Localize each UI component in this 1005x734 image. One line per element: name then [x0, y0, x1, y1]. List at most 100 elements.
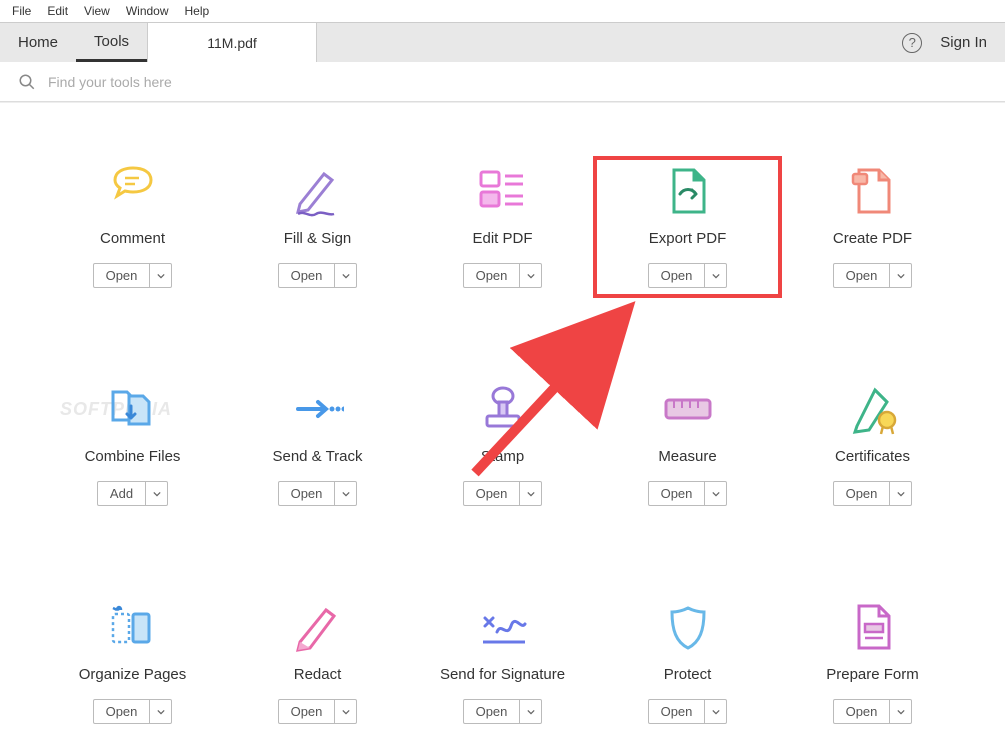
tool-label: Redact	[294, 666, 342, 683]
tool-dropdown[interactable]	[705, 481, 727, 506]
tool-card-comment[interactable]: Comment Open	[40, 158, 225, 296]
tool-action: Add	[97, 481, 168, 506]
tool-dropdown[interactable]	[890, 481, 912, 506]
tool-open-button[interactable]: Open	[648, 699, 706, 724]
tools-panel[interactable]: SOFTPEDIA CommentOpenFill & SignOpenEdit…	[0, 102, 1005, 734]
tool-card-edit[interactable]: Edit PDF Open	[410, 158, 595, 296]
tool-card-sendtrack[interactable]: Send & Track Open	[225, 376, 410, 514]
organize-icon	[107, 602, 159, 654]
tool-open-button[interactable]: Open	[278, 699, 336, 724]
tool-card-stamp[interactable]: Stamp Open	[410, 376, 595, 514]
tool-dropdown[interactable]	[890, 263, 912, 288]
tool-open-button[interactable]: Open	[833, 263, 891, 288]
menu-view[interactable]: View	[76, 2, 118, 20]
fillsign-icon	[292, 166, 344, 218]
tool-label: Fill & Sign	[284, 230, 352, 247]
tool-label: Organize Pages	[79, 666, 187, 683]
tool-action: Open	[833, 481, 913, 506]
tool-add-button[interactable]: Add	[97, 481, 146, 506]
tool-action: Open	[278, 263, 358, 288]
tool-open-button[interactable]: Open	[93, 263, 151, 288]
tool-open-button[interactable]: Open	[93, 699, 151, 724]
menu-window[interactable]: Window	[118, 2, 177, 20]
tool-card-signature[interactable]: Send for Signature Open	[410, 594, 595, 732]
comment-icon	[107, 166, 159, 218]
tool-card-protect[interactable]: Protect Open	[595, 594, 780, 732]
tab-document[interactable]: 11M.pdf	[147, 23, 317, 62]
tool-label: Protect	[664, 666, 712, 683]
tool-open-button[interactable]: Open	[278, 481, 336, 506]
menu-edit[interactable]: Edit	[39, 2, 76, 20]
tool-dropdown[interactable]	[335, 263, 357, 288]
tool-action: Open	[463, 481, 543, 506]
tab-tools[interactable]: Tools	[76, 23, 147, 62]
signature-icon	[477, 602, 529, 654]
searchbar	[0, 62, 1005, 102]
tool-open-button[interactable]: Open	[833, 699, 891, 724]
tool-label: Send & Track	[272, 448, 362, 465]
tool-action: Open	[463, 263, 543, 288]
tool-dropdown[interactable]	[146, 481, 168, 506]
create-icon	[847, 166, 899, 218]
tool-dropdown[interactable]	[335, 699, 357, 724]
tool-action: Open	[833, 263, 913, 288]
tool-action: Open	[93, 263, 173, 288]
menu-file[interactable]: File	[4, 2, 39, 20]
tool-open-button[interactable]: Open	[463, 699, 521, 724]
tool-label: Edit PDF	[472, 230, 532, 247]
tool-dropdown[interactable]	[150, 263, 172, 288]
tool-action: Open	[463, 699, 543, 724]
search-input[interactable]	[48, 74, 987, 90]
tool-open-button[interactable]: Open	[463, 481, 521, 506]
search-icon	[18, 73, 36, 91]
tool-dropdown[interactable]	[520, 699, 542, 724]
tool-open-button[interactable]: Open	[278, 263, 336, 288]
tool-dropdown[interactable]	[520, 481, 542, 506]
tool-label: Export PDF	[649, 230, 727, 247]
tab-home[interactable]: Home	[0, 23, 76, 62]
tool-action: Open	[648, 481, 728, 506]
tool-card-export[interactable]: Export PDF Open	[595, 158, 780, 296]
tool-label: Comment	[100, 230, 165, 247]
tool-card-organize[interactable]: Organize Pages Open	[40, 594, 225, 732]
tool-label: Certificates	[835, 448, 910, 465]
edit-icon	[477, 166, 529, 218]
tool-label: Send for Signature	[440, 666, 565, 683]
tool-card-form[interactable]: Prepare FormOpen	[780, 594, 965, 732]
sign-in-button[interactable]: Sign In	[940, 34, 987, 51]
export-icon	[662, 166, 714, 218]
tool-label: Create PDF	[833, 230, 912, 247]
tool-card-cert[interactable]: Certificates Open	[780, 376, 965, 514]
sendtrack-icon	[292, 384, 344, 436]
tool-dropdown[interactable]	[890, 699, 912, 724]
help-icon[interactable]: ?	[902, 33, 922, 53]
tool-open-button[interactable]: Open	[463, 263, 521, 288]
tool-card-create[interactable]: Create PDF Open	[780, 158, 965, 296]
tool-open-button[interactable]: Open	[648, 263, 706, 288]
protect-icon	[662, 602, 714, 654]
tool-dropdown[interactable]	[705, 263, 727, 288]
tool-open-button[interactable]: Open	[648, 481, 706, 506]
cert-icon	[847, 384, 899, 436]
tool-card-measure[interactable]: Measure Open	[595, 376, 780, 514]
tool-card-combine[interactable]: Combine Files Add	[40, 376, 225, 514]
tool-open-button[interactable]: Open	[833, 481, 891, 506]
menubar: File Edit View Window Help	[0, 0, 1005, 22]
tool-action: Open	[833, 699, 913, 724]
tool-card-fillsign[interactable]: Fill & Sign Open	[225, 158, 410, 296]
tool-dropdown[interactable]	[335, 481, 357, 506]
tool-action: Open	[278, 699, 358, 724]
tool-label: Measure	[658, 448, 716, 465]
tabbar: Home Tools 11M.pdf ? Sign In	[0, 22, 1005, 62]
combine-icon	[107, 384, 159, 436]
stamp-icon	[477, 384, 529, 436]
tool-card-redact[interactable]: Redact Open	[225, 594, 410, 732]
tool-dropdown[interactable]	[520, 263, 542, 288]
tool-dropdown[interactable]	[705, 699, 727, 724]
tool-dropdown[interactable]	[150, 699, 172, 724]
tool-label: Stamp	[481, 448, 524, 465]
menu-help[interactable]: Help	[177, 2, 218, 20]
tool-label: Combine Files	[85, 448, 181, 465]
measure-icon	[662, 384, 714, 436]
tool-action: Open	[648, 699, 728, 724]
